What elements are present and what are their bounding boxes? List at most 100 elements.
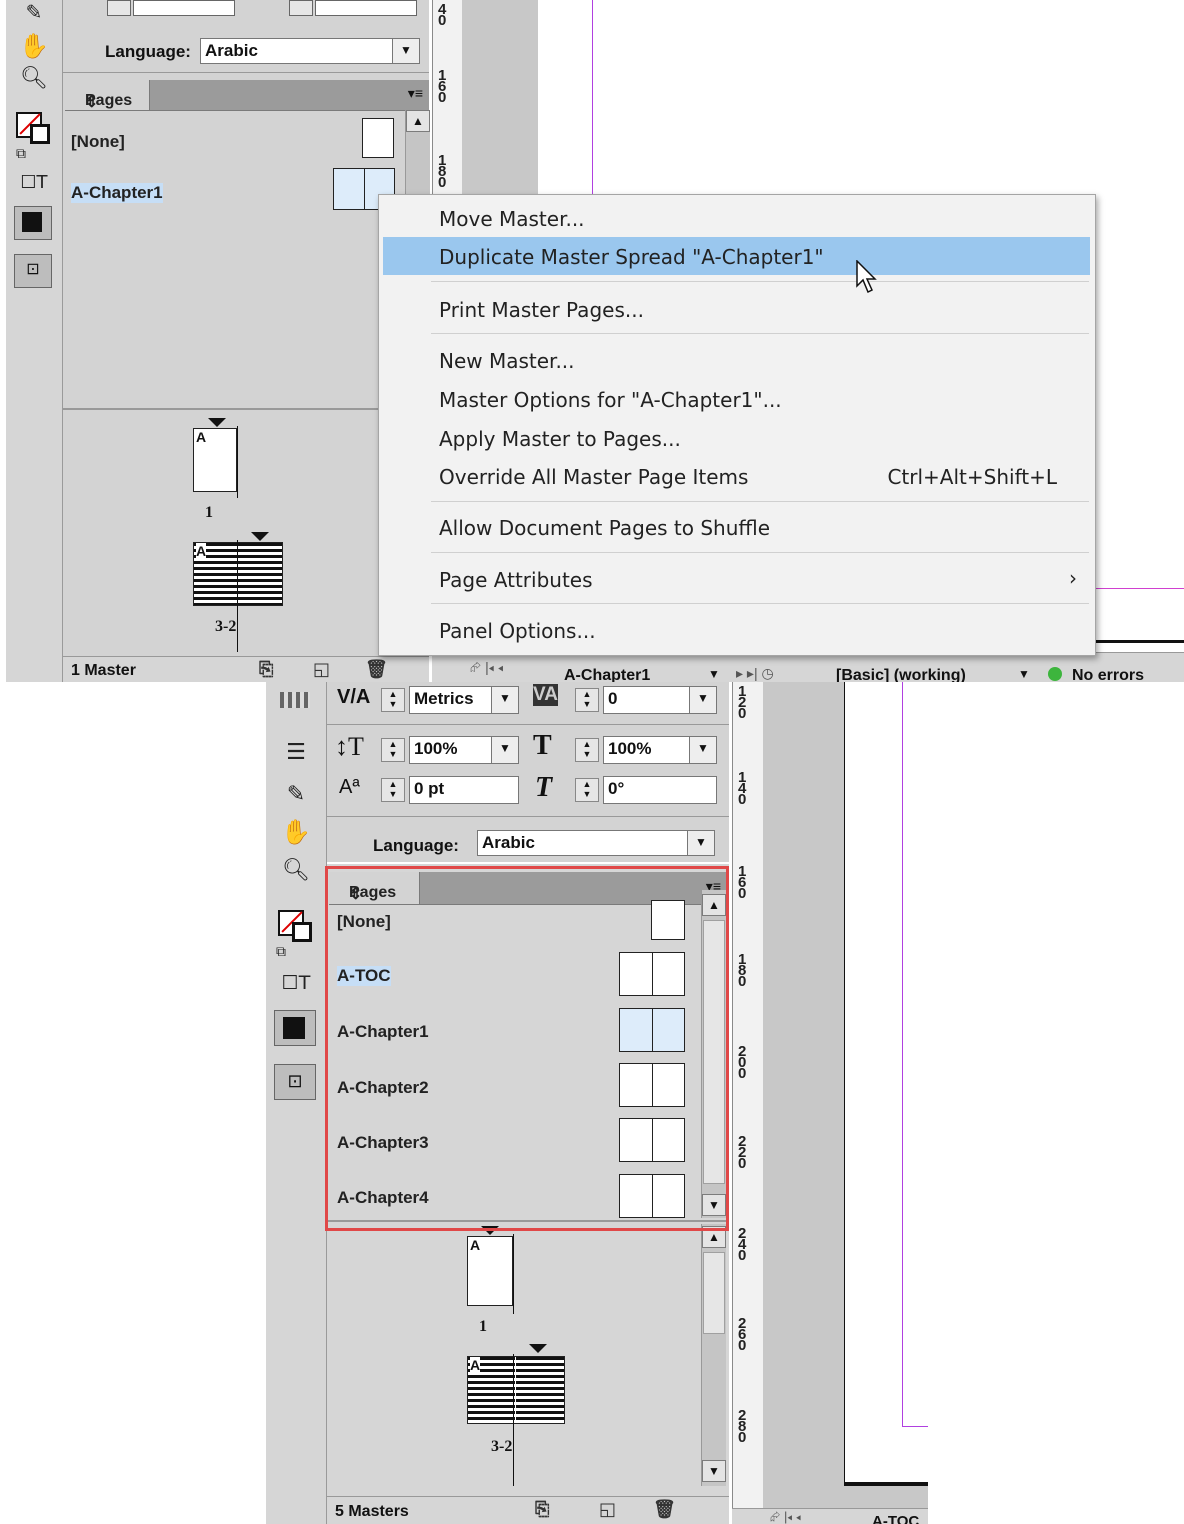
chevron-down-icon[interactable]: ▼ — [687, 831, 714, 855]
language-label: Language: — [105, 42, 191, 61]
menu-item-shortcut: Ctrl+Alt+Shift+L — [887, 465, 1057, 489]
tracking-stepper[interactable]: ▲ ▼ — [575, 688, 599, 712]
pasteboard — [462, 0, 538, 200]
skew-field[interactable]: 0° — [603, 776, 717, 804]
tab-pages[interactable]: ⇕ Pages — [65, 80, 150, 111]
screen-mode-icon[interactable]: ⊡ — [14, 254, 52, 288]
horizontal-scale-stepper[interactable]: ▲ ▼ — [575, 738, 599, 762]
zoom-icon[interactable]: 🔍︎ — [6, 66, 62, 91]
menu-item-label: Duplicate Master Spread "A-Chapter1" — [439, 245, 824, 269]
chevron-down-icon[interactable]: ▼ — [491, 687, 518, 713]
formatting-container-icon[interactable]: ☐T — [6, 172, 62, 193]
master-none[interactable]: [None] — [71, 132, 125, 152]
scroll-down-icon[interactable]: ▼ — [702, 1460, 726, 1482]
top-cut-controls — [93, 0, 423, 16]
chevron-down-icon[interactable]: ▼ — [491, 737, 518, 763]
language-dropdown[interactable]: Arabic ▼ — [477, 830, 715, 856]
menu-item-print-master-pages[interactable]: Print Master Pages... — [379, 290, 1095, 328]
page-master-letter: A — [196, 429, 207, 445]
baseline-shift-field[interactable]: 0 pt — [409, 776, 519, 804]
formatting-container-icon[interactable]: ☐T — [266, 972, 326, 994]
master-count: 1 Master — [71, 662, 136, 679]
vertical-scale-icon: ↕T — [335, 732, 364, 761]
pages-tabbar: ⇕ Pages ▾≡ — [65, 80, 429, 111]
page-field[interactable]: A-Chapter1 — [564, 667, 650, 682]
normal-mode-icon[interactable] — [14, 206, 52, 240]
fill-stroke-icon[interactable] — [278, 910, 312, 942]
menu-item-allow-shuffle[interactable]: Allow Document Pages to Shuffle — [379, 508, 1095, 546]
edit-page-size-icon[interactable]: ⎘ — [535, 1499, 549, 1520]
status-ok-icon — [1048, 667, 1062, 681]
spread-master-letter: A — [196, 543, 207, 559]
menu-item-apply-master[interactable]: Apply Master to Pages... — [379, 419, 1095, 457]
next-page-icons[interactable]: ▸ ▸| ◷ — [736, 665, 774, 682]
top-panel: Language: Arabic ▼ ⇕ Pages ▾≡ [None] A-C… — [63, 0, 430, 682]
spread-3-2-thumb[interactable]: A — [467, 1356, 565, 1424]
bottom-screenshot: ☰ ✎ ✋ 🔍︎ ⧉ ☐T ⊡ V/A ▲ ▼ Metrics ▼ VA ▲ ▼ 0… — [266, 682, 928, 1524]
bottom-vertical-ruler: 120 140 160 180 200 220 240 260 280 — [732, 682, 764, 1508]
hand-icon[interactable]: ✋ — [266, 818, 326, 846]
language-value: Arabic — [482, 833, 535, 852]
hand-icon[interactable]: ✋ — [6, 32, 62, 60]
menu-item-label: Panel Options... — [439, 619, 596, 643]
chevron-down-icon[interactable]: ▼ — [708, 667, 720, 681]
horizontal-scale-dropdown[interactable]: 100% ▼ — [603, 736, 717, 764]
spread-3-2-thumb[interactable]: A — [193, 542, 283, 606]
scroll-up-icon[interactable]: ▲ — [406, 110, 430, 132]
chevron-down-icon[interactable]: ▼ — [689, 687, 716, 713]
normal-mode-icon[interactable] — [274, 1010, 316, 1046]
delete-page-icon[interactable]: 🗑︎ — [365, 659, 388, 680]
gradient-swatch-icon[interactable] — [280, 692, 310, 708]
pages-scrollbar[interactable]: ▲ ▼ — [701, 1224, 726, 1486]
menu-item-duplicate-master-spread[interactable]: Duplicate Master Spread "A-Chapter1" — [383, 237, 1090, 275]
baseline-shift-stepper[interactable]: ▲ ▼ — [381, 778, 405, 802]
pages-scroll-thumb[interactable] — [703, 1252, 725, 1334]
vertical-scale-dropdown[interactable]: 100% ▼ — [409, 736, 519, 764]
screen-mode-icon[interactable]: ⊡ — [274, 1064, 316, 1100]
menu-item-new-master[interactable]: New Master... — [379, 341, 1095, 379]
eyedropper-icon[interactable]: ✎ — [6, 0, 62, 24]
page-1-thumb[interactable]: A — [193, 428, 237, 492]
language-dropdown[interactable]: Arabic ▼ — [200, 38, 420, 64]
new-page-icon[interactable]: ◱ — [599, 1499, 616, 1520]
top-document-bar: ⮳ |◂ ◂ A-Chapter1 ▼ ▸ ▸| ◷ [Basic] (work… — [432, 652, 1184, 682]
page-nav-icons[interactable]: ⮳ |◂ ◂ — [770, 1509, 801, 1524]
page-field[interactable]: A-TOC — [872, 1513, 919, 1524]
kerning-stepper[interactable]: ▲ ▼ — [381, 688, 405, 712]
kerning-dropdown[interactable]: Metrics ▼ — [409, 686, 519, 714]
chevron-down-icon[interactable]: ▼ — [1018, 667, 1030, 681]
menu-item-label: Page Attributes — [439, 568, 593, 592]
delete-page-icon[interactable]: 🗑︎ — [653, 1499, 676, 1520]
kerning-icon: V/A — [337, 686, 371, 708]
fill-stroke-icon[interactable] — [16, 112, 50, 144]
note-icon[interactable]: ☰ — [266, 740, 326, 765]
eyedropper-icon[interactable]: ✎ — [266, 782, 326, 807]
panel-menu-icon[interactable]: ▾≡ — [408, 85, 423, 102]
tracking-dropdown[interactable]: 0 ▼ — [603, 686, 717, 714]
ruler-label: 140 — [738, 769, 747, 808]
tab-pages-label: Pages — [85, 92, 133, 109]
ruler-label: 180 — [438, 152, 447, 191]
chevron-down-icon[interactable]: ▼ — [689, 737, 716, 763]
chevron-down-icon[interactable]: ▼ — [392, 39, 419, 63]
highlight-box — [325, 866, 729, 1231]
menu-item-master-options[interactable]: Master Options for "A-Chapter1"... — [379, 380, 1095, 418]
bottom-document-bar: ⮳ |◂ ◂ A-TOC — [732, 1508, 928, 1524]
skew-stepper[interactable]: ▲ ▼ — [575, 778, 599, 802]
new-page-icon[interactable]: ◱ — [313, 659, 330, 680]
style-field[interactable]: [Basic] (working) — [836, 667, 966, 682]
menu-item-move-master[interactable]: Move Master... — [379, 199, 1095, 237]
page-1-thumb[interactable]: A — [467, 1236, 513, 1306]
margin-guide — [592, 0, 593, 200]
zoom-icon[interactable]: 🔍︎ — [266, 858, 326, 883]
menu-item-page-attributes[interactable]: Page Attributes › — [379, 560, 1095, 598]
master-a-chapter1[interactable]: A-Chapter1 — [71, 183, 163, 203]
menu-item-override-all[interactable]: Override All Master Page Items Ctrl+Alt+… — [379, 457, 1095, 495]
margin-guide — [902, 682, 903, 1426]
master-none-thumb[interactable] — [362, 118, 394, 158]
edit-page-size-icon[interactable]: ⎘ — [259, 659, 273, 680]
vertical-scale-stepper[interactable]: ▲ ▼ — [381, 738, 405, 762]
page-nav-icons[interactable]: ⮳ |◂ ◂ — [470, 659, 503, 676]
menu-item-panel-options[interactable]: Panel Options... — [379, 611, 1095, 649]
errors-status[interactable]: No errors — [1072, 667, 1144, 682]
